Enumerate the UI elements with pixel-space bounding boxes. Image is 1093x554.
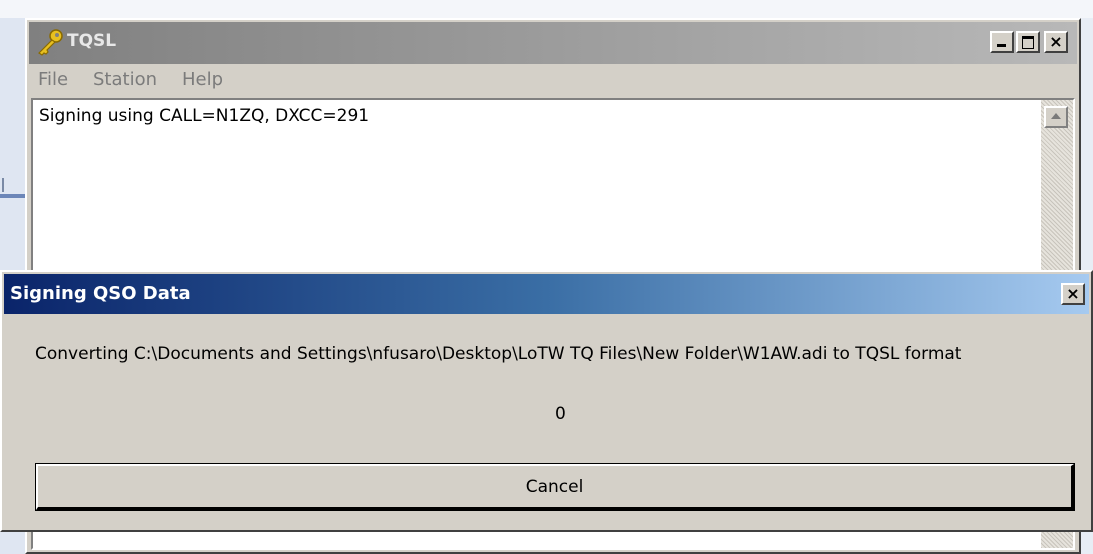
cancel-button[interactable]: Cancel bbox=[35, 463, 1075, 511]
minimize-button[interactable] bbox=[990, 31, 1014, 53]
log-line: Signing using CALL=N1ZQ, DXCC=291 bbox=[39, 106, 370, 126]
close-icon: × bbox=[1049, 32, 1063, 51]
menu-station[interactable]: Station bbox=[93, 69, 157, 90]
key-icon bbox=[38, 29, 63, 56]
desktop-background bbox=[0, 0, 1093, 18]
dialog-titlebar[interactable]: Signing QSO Data × bbox=[4, 274, 1089, 314]
maximize-button[interactable] bbox=[1016, 31, 1040, 53]
menu-file[interactable]: File bbox=[38, 69, 68, 90]
menu-help[interactable]: Help bbox=[182, 69, 223, 90]
progress-count: 0 bbox=[555, 404, 566, 424]
close-button[interactable]: × bbox=[1044, 31, 1068, 53]
dialog-title: Signing QSO Data bbox=[10, 283, 191, 304]
dialog-close-button[interactable]: × bbox=[1061, 283, 1085, 305]
window-title: TQSL bbox=[67, 31, 117, 51]
conversion-message: Converting C:\Documents and Settings\nfu… bbox=[35, 344, 962, 364]
close-icon: × bbox=[1066, 284, 1080, 303]
signing-dialog: Signing QSO Data × Converting C:\Documen… bbox=[0, 270, 1093, 532]
scroll-up-arrow-icon[interactable] bbox=[1044, 106, 1068, 128]
window-titlebar[interactable]: TQSL × bbox=[29, 22, 1077, 64]
